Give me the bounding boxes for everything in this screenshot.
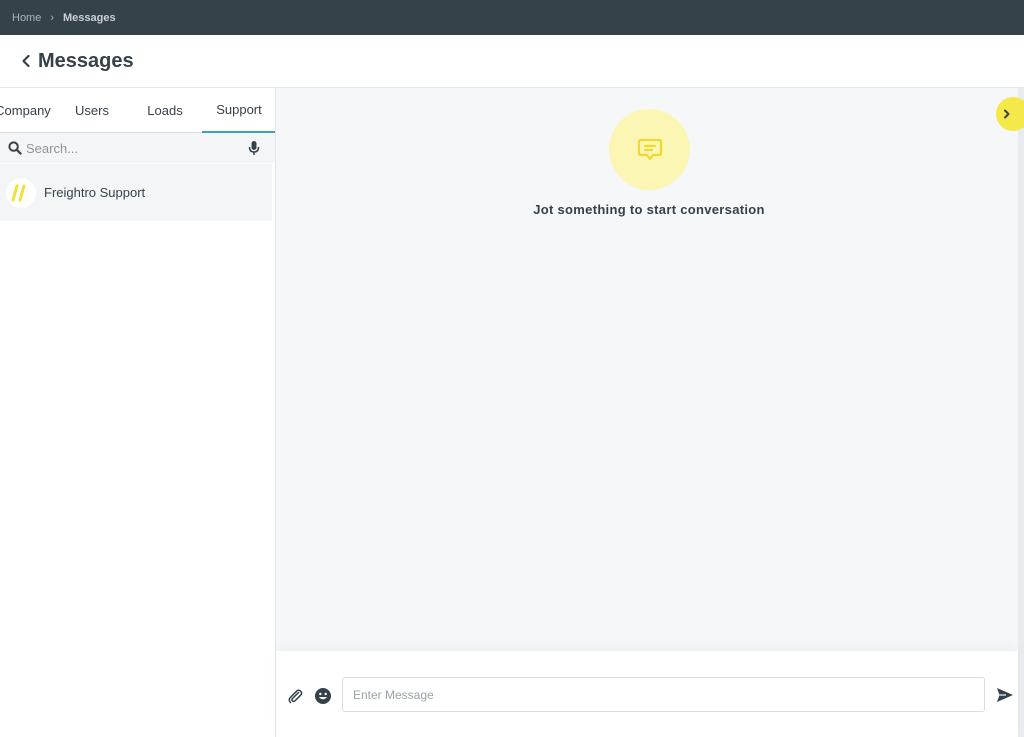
breadcrumb-separator: › <box>50 11 55 24</box>
paperclip-icon[interactable] <box>286 687 304 705</box>
panel-toggle-button[interactable] <box>996 97 1024 131</box>
tab-support[interactable]: Support <box>202 88 275 133</box>
emoji-icon[interactable] <box>314 687 332 705</box>
breadcrumb-bar: Home › Messages <box>0 0 1024 35</box>
chat-bubble-icon <box>635 135 665 165</box>
conversation-list-pane: Company Users Loads Support Freightro Su… <box>0 88 276 737</box>
search-input[interactable] <box>26 135 236 161</box>
send-icon[interactable] <box>995 686 1015 704</box>
conversation-item[interactable]: Freightro Support <box>0 164 272 221</box>
chat-area: Jot something to start conversation <box>276 88 1018 651</box>
tab-company[interactable]: Company <box>0 88 58 133</box>
empty-state-circle <box>609 109 690 190</box>
side-panel-edge <box>1018 88 1024 737</box>
conversation-name: Freightro Support <box>44 185 146 200</box>
chevron-right-icon <box>1003 109 1011 119</box>
message-composer <box>276 651 1018 737</box>
chevron-left-icon[interactable] <box>16 51 36 71</box>
breadcrumb-home-link[interactable]: Home <box>12 12 41 24</box>
search-icon <box>8 141 22 155</box>
empty-state-text: Jot something to start conversation <box>533 202 765 217</box>
microphone-icon[interactable] <box>248 140 260 156</box>
breadcrumb-current: Messages <box>63 11 116 24</box>
search-bar <box>0 133 275 163</box>
tab-users[interactable]: Users <box>58 88 126 133</box>
tab-bar: Company Users Loads Support <box>0 88 275 133</box>
page-header: Messages <box>0 35 1024 88</box>
freightro-logo-icon <box>6 177 36 208</box>
tab-loads[interactable]: Loads <box>130 88 200 133</box>
message-input[interactable] <box>342 677 985 712</box>
page-title: Messages <box>38 49 134 72</box>
